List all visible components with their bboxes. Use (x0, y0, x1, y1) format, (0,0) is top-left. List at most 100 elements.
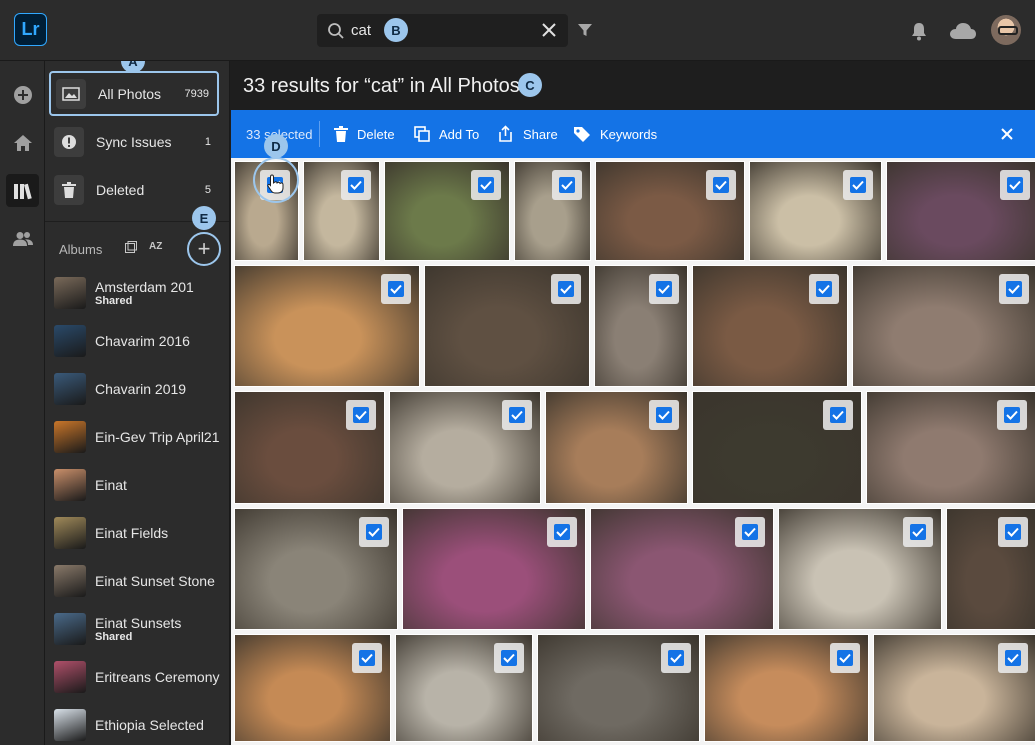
photo-checkbox[interactable] (649, 400, 679, 430)
photo-thumbnail[interactable] (545, 391, 688, 504)
photo-thumbnail[interactable] (886, 161, 1035, 261)
album-thumbnail (54, 517, 86, 549)
album-item[interactable]: Eritreans Ceremony (54, 655, 224, 699)
photo-checkbox[interactable] (843, 170, 873, 200)
album-name: Amsterdam 201 (95, 279, 194, 295)
add-album-button[interactable]: + (187, 232, 221, 266)
album-item[interactable]: Einat Sunset Stone (54, 559, 224, 603)
people-button[interactable] (6, 222, 39, 255)
album-item[interactable]: Einat Fields (54, 511, 224, 555)
photo-checkbox[interactable] (735, 517, 765, 547)
photo-thumbnail[interactable] (537, 634, 700, 742)
photo-icon (56, 78, 86, 109)
photo-checkbox[interactable] (998, 643, 1028, 673)
photo-thumbnail[interactable] (395, 634, 533, 742)
add-to-label: Add To (439, 126, 480, 142)
nav-all-photos[interactable]: All Photos 7939 (49, 71, 219, 116)
photo-thumbnail[interactable] (946, 508, 1035, 630)
album-item[interactable]: Amsterdam 201 Shared (54, 271, 224, 315)
close-selection-icon[interactable] (999, 126, 1015, 142)
photo-thumbnail[interactable] (852, 265, 1035, 387)
photo-thumbnail[interactable] (749, 161, 882, 261)
photo-checkbox[interactable] (823, 400, 853, 430)
album-item[interactable]: Chavarin 2019 (54, 367, 224, 411)
photo-checkbox[interactable] (809, 274, 839, 304)
keywords-label: Keywords (600, 126, 658, 142)
album-item[interactable]: Chavarim 2016 (54, 319, 224, 363)
delete-button[interactable]: Delete (334, 110, 395, 158)
photo-checkbox[interactable] (706, 170, 736, 200)
close-icon[interactable] (540, 21, 558, 39)
user-avatar[interactable] (991, 15, 1021, 45)
sort-az-button[interactable]: AZ (149, 241, 162, 252)
home-button[interactable] (6, 126, 39, 159)
keywords-button[interactable]: Keywords (573, 110, 657, 158)
checkmark-icon (353, 407, 369, 423)
photo-checkbox[interactable] (903, 517, 933, 547)
photo-checkbox[interactable] (381, 274, 411, 304)
album-item[interactable]: Einat Sunsets Shared (54, 607, 224, 651)
photo-checkbox[interactable] (649, 274, 679, 304)
photo-thumbnail[interactable] (594, 265, 688, 387)
photo-thumbnail[interactable] (778, 508, 942, 630)
photo-checkbox[interactable] (552, 170, 582, 200)
album-item[interactable]: Ethiopia Selected (54, 703, 224, 745)
photo-thumbnail[interactable] (303, 161, 380, 261)
album-item[interactable]: Einat (54, 463, 224, 507)
add-to-button[interactable]: Add To (414, 110, 479, 158)
photo-thumbnail[interactable] (424, 265, 590, 387)
photo-checkbox[interactable] (341, 170, 371, 200)
checkmark-icon (501, 650, 517, 666)
photo-checkbox[interactable] (471, 170, 501, 200)
photo-checkbox[interactable] (551, 274, 581, 304)
photo-checkbox[interactable] (997, 400, 1027, 430)
search-input[interactable]: cat (351, 22, 371, 39)
photo-checkbox[interactable] (502, 400, 532, 430)
nav-deleted[interactable]: Deleted 5 (49, 168, 219, 212)
add-photos-button[interactable] (6, 78, 39, 111)
checkmark-icon (366, 524, 382, 540)
photo-thumbnail[interactable] (590, 508, 774, 630)
share-button[interactable]: Share (497, 110, 558, 158)
photo-checkbox[interactable] (1000, 170, 1030, 200)
library-panel: A All Photos 7939 Sync Issues 1 Deleted … (45, 61, 230, 745)
bell-icon[interactable] (910, 21, 928, 41)
add-icon (13, 85, 32, 104)
app-logo[interactable]: Lr (14, 13, 47, 46)
photo-thumbnail[interactable] (234, 508, 398, 630)
search-bar[interactable]: cat (317, 14, 568, 47)
callout-d: D (264, 134, 288, 158)
photo-thumbnail[interactable] (692, 265, 848, 387)
library-button[interactable] (6, 174, 39, 207)
photo-thumbnail[interactable] (384, 161, 510, 261)
photo-thumbnail[interactable] (234, 391, 385, 504)
photo-thumbnail[interactable] (866, 391, 1035, 504)
photo-checkbox[interactable] (830, 643, 860, 673)
photo-thumbnail[interactable] (402, 508, 586, 630)
photo-thumbnail[interactable] (389, 391, 541, 504)
photo-checkbox[interactable] (999, 274, 1029, 304)
albums-header: Albums (59, 242, 103, 257)
delete-label: Delete (357, 126, 395, 142)
cloud-icon[interactable] (949, 22, 977, 40)
photo-checkbox[interactable] (547, 517, 577, 547)
photo-thumbnail[interactable] (595, 161, 745, 261)
album-view-icon[interactable] (125, 241, 137, 253)
photo-checkbox[interactable] (359, 517, 389, 547)
album-item[interactable]: Ein-Gev Trip April21 (54, 415, 224, 459)
photo-thumbnail[interactable] (234, 634, 391, 742)
photo-checkbox[interactable] (661, 643, 691, 673)
photo-thumbnail[interactable] (873, 634, 1035, 742)
photo-thumbnail[interactable] (692, 391, 862, 504)
filter-icon[interactable] (577, 22, 593, 38)
album-name: Chavarim 2016 (95, 333, 190, 349)
album-texts: Einat (95, 477, 127, 493)
photo-thumbnail[interactable] (514, 161, 591, 261)
photo-checkbox[interactable] (494, 643, 524, 673)
photo-checkbox[interactable] (352, 643, 382, 673)
photo-thumbnail[interactable] (234, 265, 420, 387)
photo-checkbox[interactable] (998, 517, 1028, 547)
nav-sync-issues[interactable]: Sync Issues 1 (49, 120, 219, 164)
photo-checkbox[interactable] (346, 400, 376, 430)
photo-thumbnail[interactable] (704, 634, 869, 742)
